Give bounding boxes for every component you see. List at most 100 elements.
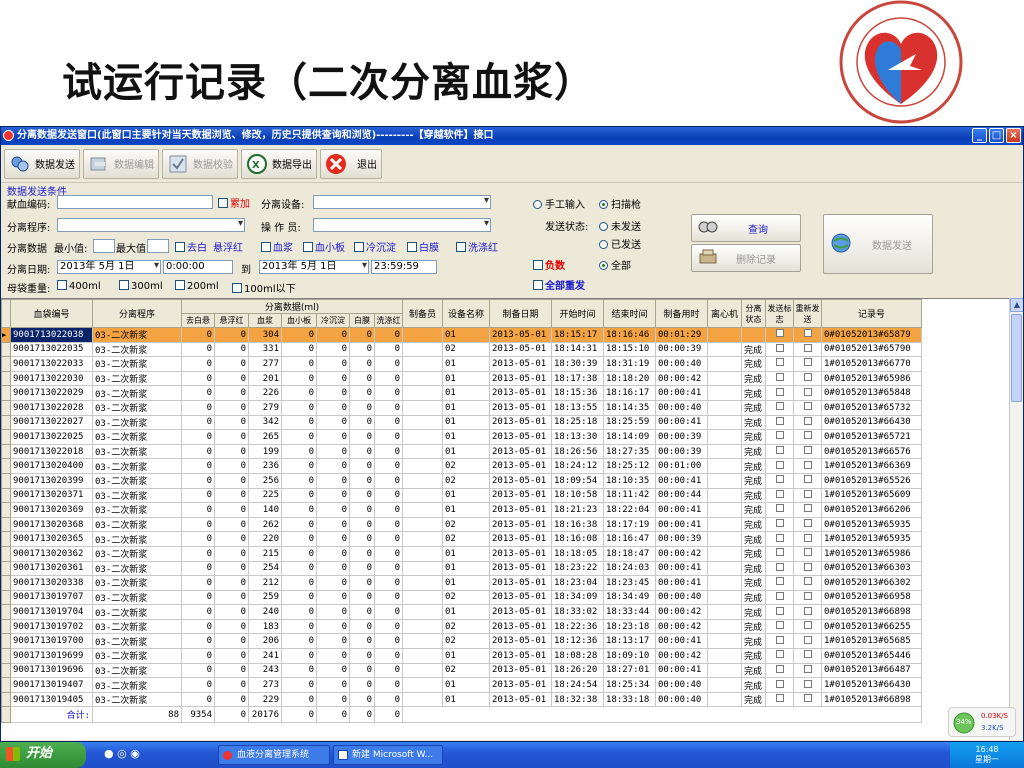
table-cell[interactable] [402, 487, 443, 504]
table-row[interactable]: 9001713019696 03-二次新浆 0 0 243 0 0 0 0 02 2013-05-0… [1, 662, 922, 679]
table-cell[interactable]: 2013-05-01 [489, 385, 552, 401]
table-row[interactable]: 9001713020361 03-二次新浆 0 0 254 0 0 0 0 01 2013-05-0… [1, 560, 922, 577]
table-cell[interactable]: 0 [349, 487, 375, 504]
table-cell[interactable]: 0 [374, 516, 403, 533]
table-cell[interactable]: 0 [214, 341, 249, 358]
table-cell[interactable] [402, 443, 443, 460]
col-header-send-flag[interactable]: 发送标志 [765, 299, 794, 328]
bag-weight-100-below[interactable]: 100ml以下 [232, 280, 296, 295]
table-cell[interactable] [793, 662, 822, 679]
table-cell[interactable]: 0 [181, 618, 215, 635]
col-header-date[interactable]: 制备日期 [489, 299, 552, 328]
table-cell[interactable]: 18:24:54 [551, 677, 604, 693]
table-cell[interactable] [793, 691, 822, 708]
table-cell[interactable]: 完成 [741, 487, 766, 504]
table-cell[interactable]: 0 [374, 545, 403, 562]
table-cell[interactable]: 277 [248, 356, 282, 372]
bag-weight-400[interactable]: 400ml [57, 280, 101, 292]
table-cell[interactable]: 2013-05-01 [489, 618, 552, 635]
table-cell[interactable]: 00:00:41 [655, 414, 708, 431]
table-cell[interactable]: 0 [374, 356, 403, 372]
table-row[interactable]: 9001713022033 03-二次新浆 0 0 277 0 0 0 0 01 2013-05-0… [1, 356, 922, 372]
table-row[interactable]: 9001713020399 03-二次新浆 0 0 256 0 0 0 0 02 2013-05-0… [1, 472, 922, 489]
col-header-resend[interactable]: 重新发送 [793, 299, 822, 328]
table-cell[interactable]: 18:34:09 [551, 589, 604, 606]
table-cell[interactable]: 02 [442, 516, 490, 533]
table-cell[interactable]: 0 [349, 589, 375, 606]
taskbar-item-blood-system[interactable]: 血液分离管理系统 [218, 745, 330, 765]
table-cell[interactable] [765, 691, 794, 708]
negative-checkbox[interactable]: 负数 [533, 257, 565, 272]
table-cell[interactable]: 03-二次新浆 [92, 662, 182, 679]
table-row[interactable]: 9001713020362 03-二次新浆 0 0 215 0 0 0 0 01 2013-05-0… [1, 545, 922, 562]
grid-vertical-scrollbar[interactable]: ▲ [1009, 298, 1023, 740]
table-cell[interactable]: 00:00:41 [655, 516, 708, 533]
table-cell[interactable]: 1#01052013#66898 [821, 691, 922, 708]
table-cell[interactable]: 0 [181, 516, 215, 533]
resend-checkbox[interactable] [803, 577, 812, 586]
table-row[interactable]: 9001713020368 03-二次新浆 0 0 262 0 0 0 0 02 2013-05-0… [1, 516, 922, 533]
table-cell[interactable]: 18:14:31 [551, 341, 604, 358]
table-cell[interactable]: 03-二次新浆 [92, 341, 182, 358]
table-cell[interactable]: 02 [442, 662, 490, 679]
table-cell[interactable]: 18:15:10 [603, 341, 656, 358]
table-cell[interactable]: 0#01052013#65790 [821, 341, 922, 358]
send-flag-checkbox[interactable] [775, 358, 784, 367]
table-cell[interactable]: 03-二次新浆 [92, 399, 182, 416]
table-cell[interactable] [707, 458, 742, 474]
table-cell[interactable] [793, 356, 822, 372]
row-indicator[interactable] [1, 429, 11, 445]
send-flag-checkbox[interactable] [775, 402, 784, 411]
table-cell[interactable] [402, 589, 443, 606]
table-cell[interactable]: 01 [442, 443, 490, 460]
table-cell[interactable]: 0 [281, 414, 317, 431]
table-cell[interactable] [402, 385, 443, 401]
table-cell[interactable]: 完成 [741, 385, 766, 401]
table-cell[interactable]: 0 [349, 385, 375, 401]
table-cell[interactable]: 18:23:45 [603, 575, 656, 591]
table-cell[interactable]: 0 [349, 662, 375, 679]
table-cell[interactable]: 331 [248, 341, 282, 358]
table-cell[interactable] [765, 472, 794, 489]
table-cell[interactable] [402, 531, 443, 547]
table-cell[interactable] [765, 443, 794, 460]
table-cell[interactable] [402, 618, 443, 635]
table-cell[interactable] [707, 575, 742, 591]
table-cell[interactable]: 00:01:00 [655, 458, 708, 474]
table-cell[interactable]: 0 [316, 341, 350, 358]
table-cell[interactable]: 完成 [741, 618, 766, 635]
table-cell[interactable]: 0 [181, 531, 215, 547]
table-cell[interactable] [765, 589, 794, 606]
table-cell[interactable]: 18:09:10 [603, 648, 656, 664]
table-cell[interactable] [707, 516, 742, 533]
table-cell[interactable]: 201 [248, 370, 282, 387]
table-cell[interactable]: 0 [374, 472, 403, 489]
send-data-big-button[interactable]: 数据发送 [823, 214, 933, 274]
table-cell[interactable] [765, 604, 794, 620]
table-row[interactable]: 9001713022018 03-二次新浆 0 0 199 0 0 0 0 01 2013-05-0… [1, 443, 922, 460]
table-cell[interactable]: 0 [374, 662, 403, 679]
table-cell[interactable]: 0 [374, 414, 403, 431]
table-cell[interactable]: 9001713022025 [10, 429, 93, 445]
send-flag-checkbox[interactable] [775, 533, 784, 542]
table-cell[interactable]: 00:00:40 [655, 677, 708, 693]
table-cell[interactable]: 0 [214, 487, 249, 504]
table-cell[interactable]: 03-二次新浆 [92, 560, 182, 577]
table-cell[interactable]: 0#01052013#65721 [821, 429, 922, 445]
row-indicator[interactable] [1, 502, 11, 518]
table-cell[interactable] [707, 633, 742, 650]
table-cell[interactable]: 18:15:36 [551, 385, 604, 401]
component-checkbox-cryo[interactable]: 冷沉淀 [354, 239, 396, 254]
table-cell[interactable]: 01 [442, 691, 490, 708]
table-cell[interactable] [707, 531, 742, 547]
table-cell[interactable]: 03-二次新浆 [92, 472, 182, 489]
component-checkbox-buffy[interactable]: 白膜 [407, 239, 439, 254]
table-cell[interactable] [707, 472, 742, 489]
table-cell[interactable]: 0 [316, 648, 350, 664]
table-cell[interactable]: 0 [349, 604, 375, 620]
resend-checkbox[interactable] [803, 416, 812, 425]
table-cell[interactable]: 0 [214, 691, 249, 708]
table-cell[interactable]: 0 [374, 341, 403, 358]
table-cell[interactable]: 1#01052013#65685 [821, 633, 922, 650]
table-cell[interactable]: 00:00:42 [655, 648, 708, 664]
